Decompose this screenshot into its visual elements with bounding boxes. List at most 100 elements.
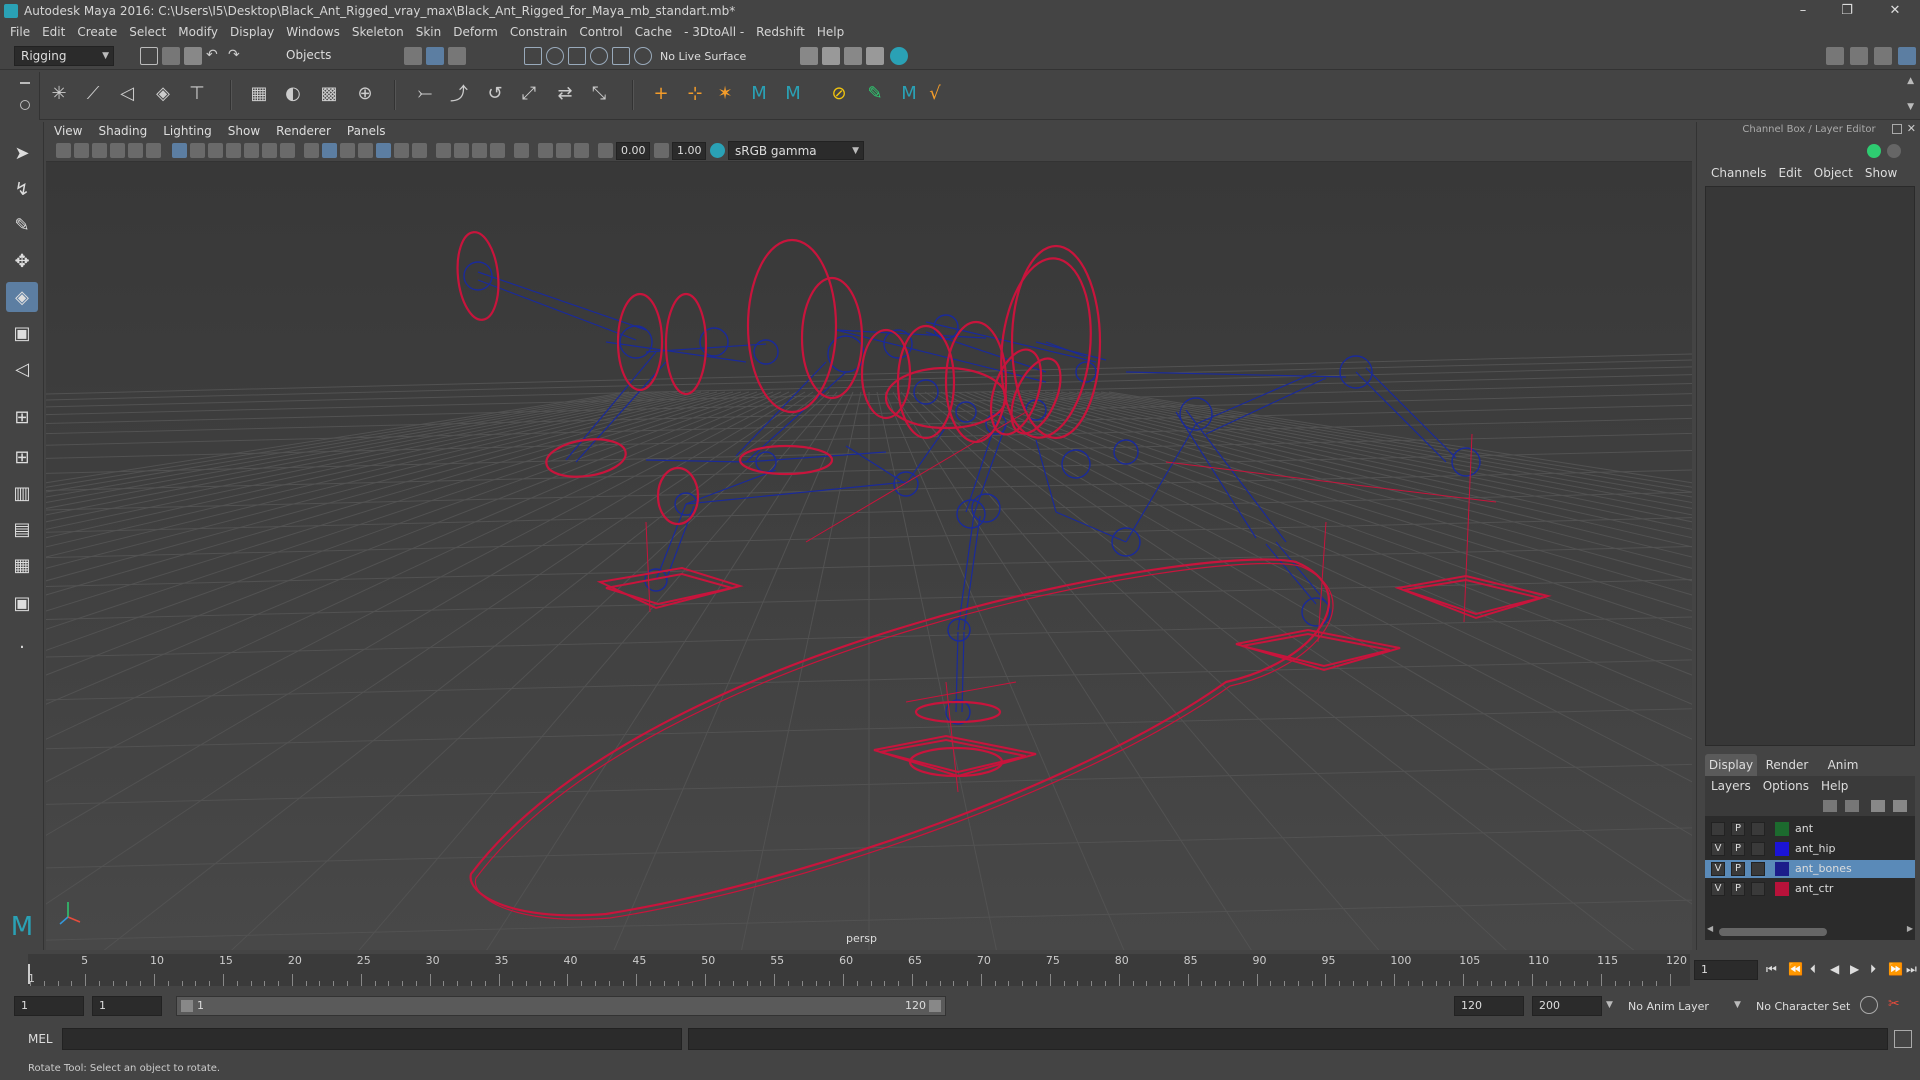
channel-box-toggle-icon[interactable] xyxy=(1898,47,1916,65)
tab-render[interactable]: Render xyxy=(1761,754,1813,776)
aim-constraint-icon[interactable]: ⇄ xyxy=(552,80,578,106)
snap-point-icon[interactable] xyxy=(568,47,586,65)
xray-joints-icon[interactable] xyxy=(376,143,391,158)
render-current-icon[interactable] xyxy=(844,47,862,65)
maya-logo-icon-2[interactable]: M xyxy=(780,80,806,106)
script-editor-layout-icon[interactable]: ▣ xyxy=(6,588,38,618)
mirror-joint-icon[interactable]: ◁ xyxy=(114,80,140,106)
field-chart-icon[interactable] xyxy=(244,143,259,158)
panel-menu-view[interactable]: View xyxy=(46,122,90,140)
attribute-editor-icon[interactable] xyxy=(1850,47,1868,65)
create-joints-icon[interactable]: ✳ xyxy=(46,80,72,106)
single-perspective-icon[interactable]: ⊞ xyxy=(6,402,38,432)
selection-mode-dropdown[interactable]: Objects xyxy=(280,46,380,66)
gamma-field[interactable]: 1.00 xyxy=(672,142,706,160)
layer-menu-help[interactable]: Help xyxy=(1815,776,1854,796)
bind-skin-icon[interactable]: ▦ xyxy=(246,80,272,106)
play-forwards-icon[interactable]: ▶ xyxy=(1850,962,1859,976)
lattice-icon[interactable]: ▩ xyxy=(316,80,342,106)
animation-prefs-icon[interactable]: ✂ xyxy=(1888,996,1906,1014)
select-tool-icon[interactable]: ➤ xyxy=(6,138,38,168)
menuset-dropdown[interactable]: Rigging ▼ xyxy=(14,46,114,66)
cb-menu-object[interactable]: Object xyxy=(1808,164,1859,182)
rotate-tool-icon[interactable]: ◈ xyxy=(6,282,38,312)
four-view-icon[interactable]: ⊞ xyxy=(6,442,38,472)
paint-select-icon[interactable]: ✎ xyxy=(6,210,38,240)
shelf-scroll-down-icon[interactable]: ▼ xyxy=(1907,102,1914,112)
color-management-icon[interactable] xyxy=(710,143,725,158)
layer-display-type-toggle[interactable] xyxy=(1751,882,1765,896)
menu-control[interactable]: Control xyxy=(573,22,628,42)
hypershade-layout-icon[interactable]: ▦ xyxy=(6,550,38,580)
move-tool-icon[interactable]: ✥ xyxy=(6,246,38,276)
menu-skin[interactable]: Skin xyxy=(410,22,448,42)
paint-weights-icon[interactable]: ◐ xyxy=(280,80,306,106)
snap-live-icon[interactable] xyxy=(634,47,652,65)
layer-row-ant-ctr[interactable]: V P ant_ctr xyxy=(1705,880,1915,898)
screen-space-ao-icon[interactable] xyxy=(436,143,451,158)
minimize-icon[interactable]: – xyxy=(1786,0,1820,22)
persp-outliner-icon[interactable]: ▥ xyxy=(6,478,38,508)
open-scene-icon[interactable] xyxy=(162,47,180,65)
lights-icon[interactable] xyxy=(394,143,409,158)
exposure-field[interactable]: 0.00 xyxy=(616,142,650,160)
paint-blend-icon[interactable]: ✎ xyxy=(862,80,888,106)
range-start-handle[interactable] xyxy=(181,1000,193,1012)
menu-modify[interactable]: Modify xyxy=(172,22,224,42)
undo-icon[interactable]: ↶ xyxy=(206,47,224,65)
layer-playback-toggle[interactable]: P xyxy=(1731,862,1745,876)
motion-blur-icon[interactable] xyxy=(454,143,469,158)
panel-menu-shading[interactable]: Shading xyxy=(90,122,155,140)
cluster-icon[interactable]: ⊕ xyxy=(352,80,378,106)
menu-skeleton[interactable]: Skeleton xyxy=(346,22,410,42)
xray-active-icon[interactable] xyxy=(556,143,571,158)
float-panel-icon[interactable] xyxy=(1892,124,1902,134)
menu-deform[interactable]: Deform xyxy=(447,22,504,42)
maximize-icon[interactable]: ❐ xyxy=(1830,0,1864,22)
locator-icon[interactable]: + xyxy=(648,80,674,106)
layer-visibility-toggle[interactable] xyxy=(1711,822,1725,836)
safe-action-icon[interactable] xyxy=(262,143,277,158)
layer-menu-options[interactable]: Options xyxy=(1757,776,1815,796)
lasso-tool-icon[interactable]: ↯ xyxy=(6,174,38,204)
current-frame-field[interactable]: 1 xyxy=(1694,960,1758,980)
play-backwards-icon[interactable]: ◀ xyxy=(1830,962,1839,976)
shelf-menu-icon[interactable] xyxy=(20,82,30,84)
chevron-down-icon[interactable]: ▼ xyxy=(1734,1000,1741,1010)
isolate-select-icon[interactable] xyxy=(514,143,529,158)
hik-icon[interactable]: ✶ xyxy=(712,80,738,106)
cb-menu-channels[interactable]: Channels xyxy=(1697,164,1773,182)
layer-color-swatch[interactable] xyxy=(1775,862,1789,876)
toolbox-more-icon[interactable]: · xyxy=(6,632,38,662)
parent-constraint-icon[interactable]: ⤚ xyxy=(412,80,438,106)
new-scene-icon[interactable] xyxy=(140,47,158,65)
orient-constraint-icon[interactable]: ↺ xyxy=(482,80,508,106)
point-constraint-icon[interactable]: ⤴ xyxy=(446,80,472,106)
step-forward-key-icon[interactable]: ⏩ xyxy=(1888,962,1903,976)
range-slider[interactable]: 1 120 xyxy=(176,996,946,1016)
range-end-handle[interactable] xyxy=(929,1000,941,1012)
cb-menu-edit[interactable]: Edit xyxy=(1773,164,1808,182)
textured-icon[interactable] xyxy=(358,143,373,158)
shelf-gear-icon[interactable] xyxy=(20,100,30,110)
layer-playback-toggle[interactable]: P xyxy=(1731,822,1745,836)
shadows-icon[interactable] xyxy=(412,143,427,158)
resolution-gate-icon[interactable] xyxy=(208,143,223,158)
gate-mask-icon[interactable] xyxy=(226,143,241,158)
two-d-pan-icon[interactable] xyxy=(128,143,143,158)
transform-icon[interactable] xyxy=(1867,144,1881,158)
menu-display[interactable]: Display xyxy=(224,22,280,42)
joint-tool-orange-icon[interactable]: ⊹ xyxy=(682,80,708,106)
live-surface-label[interactable]: No Live Surface xyxy=(660,50,746,63)
panel-menu-lighting[interactable]: Lighting xyxy=(155,122,220,140)
chevron-down-icon[interactable]: ▼ xyxy=(1606,1000,1613,1010)
layer-row-ant-hip[interactable]: V P ant_hip xyxy=(1705,840,1915,858)
layer-display-type-toggle[interactable] xyxy=(1751,842,1765,856)
move-layer-up-icon[interactable] xyxy=(1823,800,1837,812)
ik-handle-icon[interactable]: ⊤ xyxy=(184,80,210,106)
close-panel-icon[interactable]: ✕ xyxy=(1907,122,1916,135)
time-ruler[interactable]: 5 10 15 20 25 30 35 40 45 50 55 60 65 70 75 80 85 90 95 100… xyxy=(28,954,1690,986)
snap-curve-icon[interactable] xyxy=(546,47,564,65)
shelf-tabs-toggle[interactable] xyxy=(0,72,40,120)
end-time-field[interactable]: 200 xyxy=(1532,996,1602,1016)
